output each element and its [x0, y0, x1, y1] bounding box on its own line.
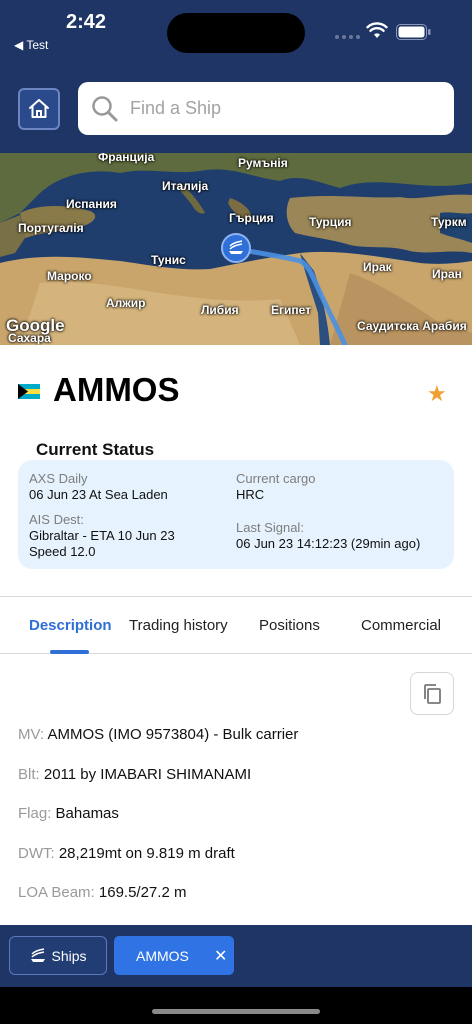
map-label: Франција: [98, 153, 155, 164]
current-status-card: AXS Daily 06 Jun 23 At Sea Laden Current…: [18, 460, 454, 569]
app-header: 2:42 ◀ Test: [0, 0, 472, 153]
status-time: 2:42: [66, 11, 107, 33]
home-indicator-area: [0, 987, 472, 1024]
open-ship-tab-label: AMMOS: [136, 947, 189, 964]
ais-dest-value: Gibraltar - ETA 10 Jun 23: [29, 528, 175, 543]
map-label: Гърция: [229, 211, 274, 225]
detail-key: Blt:: [18, 766, 40, 783]
detail-mv: MV: AMMOS (IMO 9573804) - Bulk carrier: [18, 726, 298, 743]
map-label: Турция: [309, 215, 352, 229]
map-label: Либия: [201, 303, 239, 317]
detail-flag: Flag: Bahamas: [18, 805, 119, 822]
axs-daily-label: AXS Daily: [29, 471, 88, 486]
detail-built: Blt: 2011 by IMABARI SHIMANAMI: [18, 766, 251, 783]
ais-speed-value: Speed 12.0: [29, 544, 96, 559]
detail-key: LOA Beam:: [18, 884, 95, 901]
wifi-icon: [366, 22, 388, 38]
map-label: Тунис: [151, 253, 186, 267]
last-signal-value: 06 Jun 23 14:12:23 (29min ago): [236, 536, 421, 551]
current-status-title: Current Status: [36, 440, 155, 459]
detail-value: 169.5/27.2 m: [98, 884, 187, 901]
bahamas-flag-icon: [18, 384, 40, 399]
ship-name: AMMOS: [53, 371, 180, 408]
last-signal-label: Last Signal:: [236, 520, 304, 535]
tab-commercial[interactable]: Commercial: [361, 617, 441, 634]
home-icon: [29, 99, 49, 118]
battery-icon: [396, 24, 431, 40]
map-label: Иран: [432, 267, 462, 281]
ships-tab-label: Ships: [51, 947, 87, 964]
ship-icon: [229, 240, 243, 254]
map-label: Ирак: [363, 260, 392, 274]
bottom-tab-bar: Ships AMMOS ✕: [0, 925, 472, 987]
ships-tab-button[interactable]: Ships: [9, 936, 107, 975]
detail-loa-beam: LOA Beam: 169.5/27.2 m: [18, 884, 186, 901]
home-indicator[interactable]: [152, 1009, 320, 1014]
search-input[interactable]: [130, 98, 430, 119]
detail-value: AMMOS (IMO 9573804) - Bulk carrier: [47, 726, 299, 743]
ship-icon: [31, 947, 46, 962]
tab-trading-history[interactable]: Trading history: [129, 617, 228, 634]
detail-key: Flag:: [18, 805, 52, 822]
detail-key: DWT:: [18, 845, 55, 862]
back-to-app-link[interactable]: ◀ Test: [14, 38, 48, 52]
ship-marker[interactable]: [221, 233, 251, 263]
close-icon[interactable]: ✕: [214, 946, 227, 966]
star-icon[interactable]: ★: [427, 381, 447, 407]
detail-dwt: DWT: 28,219mt on 9.819 m draft: [18, 845, 235, 862]
map-label: Саудитска Арабия: [357, 319, 467, 333]
detail-tabs: Description Trading history Positions Co…: [0, 596, 472, 654]
home-button[interactable]: [18, 88, 60, 130]
vessel-map[interactable]: Франција Румънія Италија Испания Гърция …: [0, 153, 472, 345]
active-tab-indicator: [50, 650, 89, 654]
copy-icon: [424, 683, 441, 704]
open-ship-tab[interactable]: AMMOS ✕: [114, 936, 234, 975]
dynamic-island: [167, 13, 305, 53]
search-bar[interactable]: [78, 82, 454, 135]
detail-value: 28,219mt on 9.819 m draft: [58, 845, 235, 862]
current-cargo-label: Current cargo: [236, 471, 316, 486]
detail-value: 2011 by IMABARI SHIMANAMI: [43, 766, 252, 783]
copy-button[interactable]: [410, 672, 454, 715]
detail-value: Bahamas: [55, 805, 119, 822]
ship-details-panel: AMMOS ★ Current Status AXS Daily 06 Jun …: [0, 345, 472, 925]
map-label: Алжир: [106, 296, 146, 310]
map-label: Испания: [66, 197, 117, 211]
map-label: Туркм: [431, 215, 467, 229]
tab-positions[interactable]: Positions: [259, 617, 320, 634]
search-icon: [92, 95, 118, 121]
map-label: Румънія: [238, 156, 288, 170]
google-logo: Google: [6, 316, 65, 335]
axs-daily-value: 06 Jun 23 At Sea Laden: [29, 487, 168, 502]
map-label: Италија: [162, 179, 209, 193]
tab-description[interactable]: Description: [29, 617, 112, 634]
ais-dest-label: AIS Dest:: [29, 512, 84, 527]
map-label: Португалія: [18, 221, 84, 235]
current-cargo-value: HRC: [236, 487, 265, 502]
detail-key: MV:: [18, 726, 45, 743]
cellular-signal-icon: [335, 35, 360, 39]
map-label: Мароко: [47, 269, 92, 283]
map-label: Египет: [271, 303, 312, 317]
